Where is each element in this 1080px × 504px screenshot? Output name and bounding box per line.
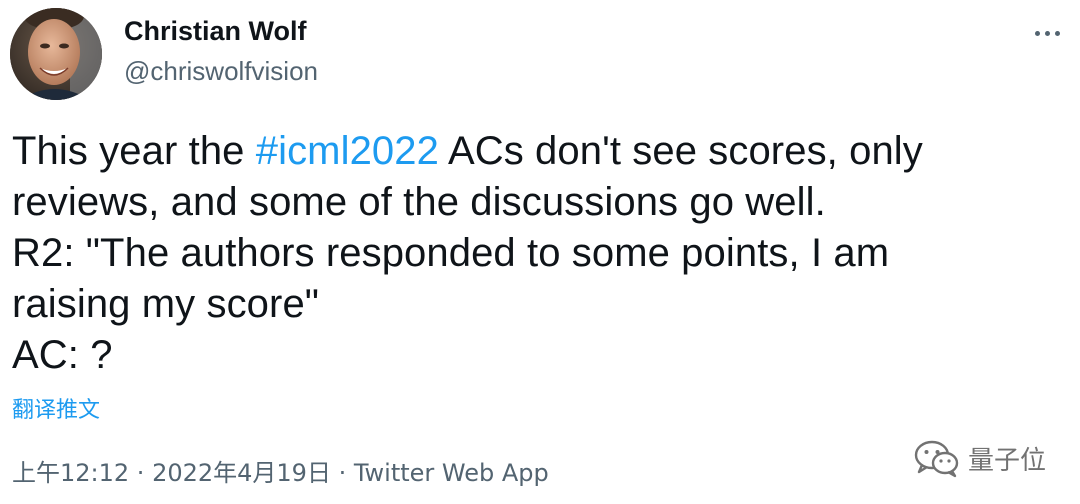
meta-separator: · [129, 459, 153, 487]
tweet-time[interactable]: 上午12:12 [12, 459, 129, 487]
hashtag-link[interactable]: #icml2022 [256, 129, 439, 173]
more-horizontal-icon [1044, 30, 1050, 36]
author-handle[interactable]: @chriswolfvision [124, 54, 318, 88]
tweet-text-segment: This year the [12, 129, 256, 173]
tweet-line-5: AC: ? [12, 333, 113, 377]
wechat-icon [914, 440, 959, 478]
more-options-button[interactable] [1026, 16, 1068, 50]
tweet-metadata: 上午12:12 · 2022年4月19日 · Twitter Web App [12, 456, 549, 490]
meta-separator: · [330, 459, 354, 487]
tweet-text-segment: ACs don't see scores, only [438, 129, 923, 173]
tweet-line-3: R2: "The authors responded to some point… [12, 231, 890, 275]
author-block: Christian Wolf @chriswolfvision [124, 14, 318, 88]
more-horizontal-icon [1034, 30, 1040, 36]
tweet-line-2: reviews, and some of the discussions go … [12, 180, 826, 224]
tweet-text: This year the #icml2022 ACs don't see sc… [12, 126, 1052, 381]
profile-photo-icon [10, 8, 102, 100]
avatar[interactable] [10, 8, 102, 100]
author-display-name[interactable]: Christian Wolf [124, 14, 318, 48]
translate-tweet-link[interactable]: 翻译推文 [12, 396, 100, 426]
watermark-text: 量子位 [967, 445, 1046, 476]
watermark: 量子位 [914, 438, 1046, 478]
tweet-source[interactable]: Twitter Web App [354, 459, 549, 487]
tweet-line-4: raising my score" [12, 282, 320, 326]
more-horizontal-icon [1054, 30, 1060, 36]
tweet-date[interactable]: 2022年4月19日 [152, 459, 331, 487]
tweet-card: Christian Wolf @chriswolfvision This yea… [0, 0, 1080, 504]
tweet-line-1: This year the #icml2022 ACs don't see sc… [12, 126, 1052, 177]
